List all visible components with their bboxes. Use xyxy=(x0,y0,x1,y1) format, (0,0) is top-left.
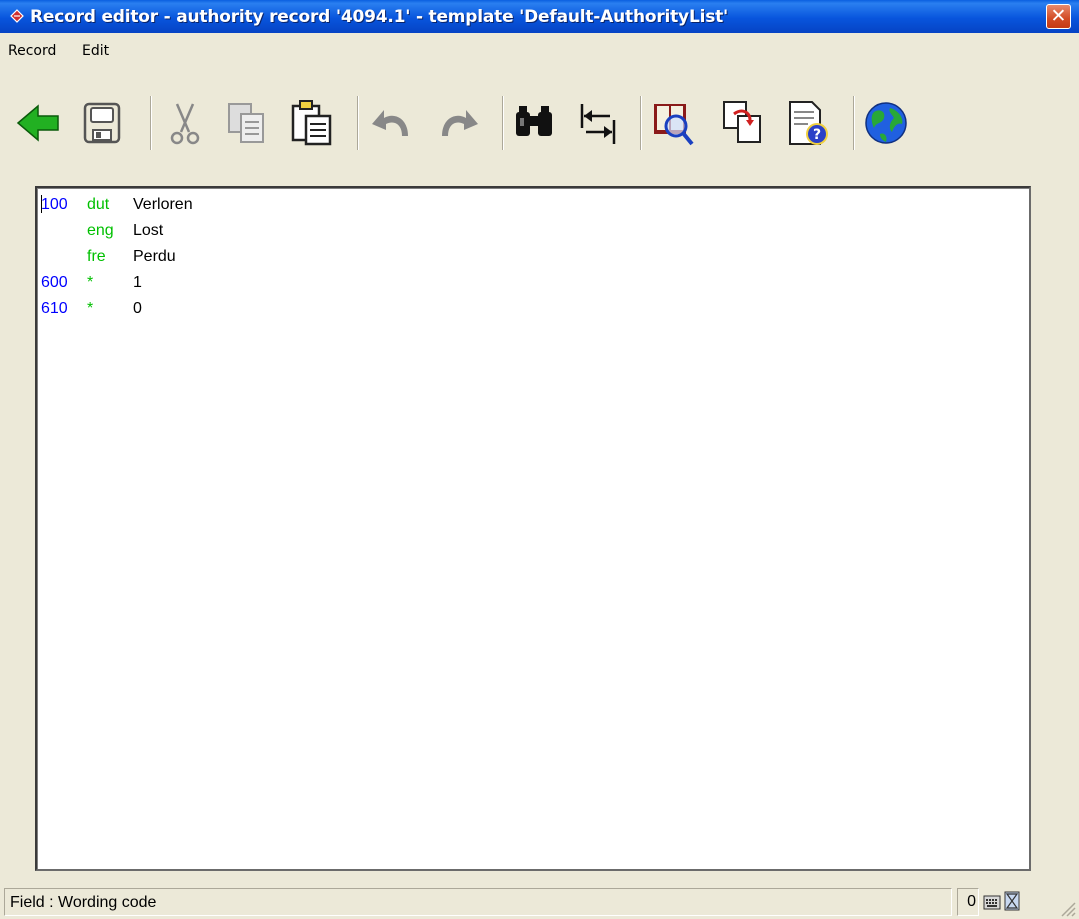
save-button[interactable] xyxy=(80,98,124,148)
copy-pages-icon xyxy=(723,101,761,143)
toolbar-separator xyxy=(853,96,855,150)
svg-text:?: ? xyxy=(813,127,821,143)
toolbar-separator xyxy=(357,96,359,150)
search-book-button[interactable] xyxy=(652,98,696,148)
language-code: * xyxy=(87,300,94,317)
paste-button[interactable] xyxy=(290,98,334,148)
toolbar-separator xyxy=(502,96,504,150)
find-binoculars-icon xyxy=(516,106,552,136)
language-code: fre xyxy=(87,248,106,265)
hourglass-icon xyxy=(1004,891,1020,911)
field-tag: 610 xyxy=(41,300,68,317)
copy-record-button[interactable] xyxy=(720,98,764,148)
title-bar[interactable]: Record editor - authority record '4094.1… xyxy=(0,0,1079,33)
save-disk-icon xyxy=(83,102,121,144)
status-count: 0 xyxy=(957,888,979,916)
field-value: Lost xyxy=(133,222,164,239)
paste-icon xyxy=(291,100,332,146)
redo-button[interactable] xyxy=(436,98,480,148)
field-tag: 100 xyxy=(41,196,68,213)
close-button[interactable]: ✕ xyxy=(1046,4,1071,29)
cut-scissors-icon xyxy=(170,103,200,145)
back-arrow-icon xyxy=(16,104,59,142)
toolbar: ? xyxy=(0,90,1079,170)
field-value: 0 xyxy=(133,300,142,317)
replace-button[interactable] xyxy=(576,98,620,148)
status-field-panel: Field : Wording code xyxy=(4,888,952,916)
cut-button[interactable] xyxy=(163,98,207,148)
undo-button[interactable] xyxy=(370,98,414,148)
field-value: 1 xyxy=(133,274,142,291)
keyboard-icon xyxy=(983,895,1001,910)
field-value: Perdu xyxy=(133,248,176,265)
back-button[interactable] xyxy=(16,98,60,148)
record-editor-area[interactable]: 100 dut Verloren eng Lost fre Perdu 600 * 1 610 * 0 xyxy=(35,186,1031,871)
language-code: eng xyxy=(87,222,114,239)
replace-arrows-icon xyxy=(580,104,616,144)
menu-record[interactable]: Record xyxy=(8,43,56,59)
language-code: dut xyxy=(87,196,110,213)
redo-icon xyxy=(442,110,478,136)
find-button[interactable] xyxy=(512,98,556,148)
help-button[interactable]: ? xyxy=(786,98,830,148)
field-tag: 600 xyxy=(41,274,68,291)
toolbar-separator xyxy=(640,96,642,150)
copy-icon xyxy=(228,103,264,143)
toolbar-separator xyxy=(150,96,152,150)
language-code: * xyxy=(87,274,94,291)
app-diamond-icon xyxy=(10,9,24,23)
internet-button[interactable] xyxy=(864,98,908,148)
menu-edit[interactable]: Edit xyxy=(82,43,109,59)
field-value: Verloren xyxy=(133,196,193,213)
resize-grip-icon[interactable] xyxy=(1058,899,1076,917)
undo-icon xyxy=(372,110,408,136)
book-search-icon xyxy=(654,104,694,146)
window-title: Record editor - authority record '4094.1… xyxy=(30,7,729,27)
status-field-text: Field : Wording code xyxy=(10,894,157,911)
status-bar: Field : Wording code 0 xyxy=(0,885,1079,919)
copy-button[interactable] xyxy=(225,98,269,148)
menu-bar: Record Edit xyxy=(0,33,1079,83)
help-document-icon: ? xyxy=(789,101,828,145)
globe-icon xyxy=(865,102,907,144)
